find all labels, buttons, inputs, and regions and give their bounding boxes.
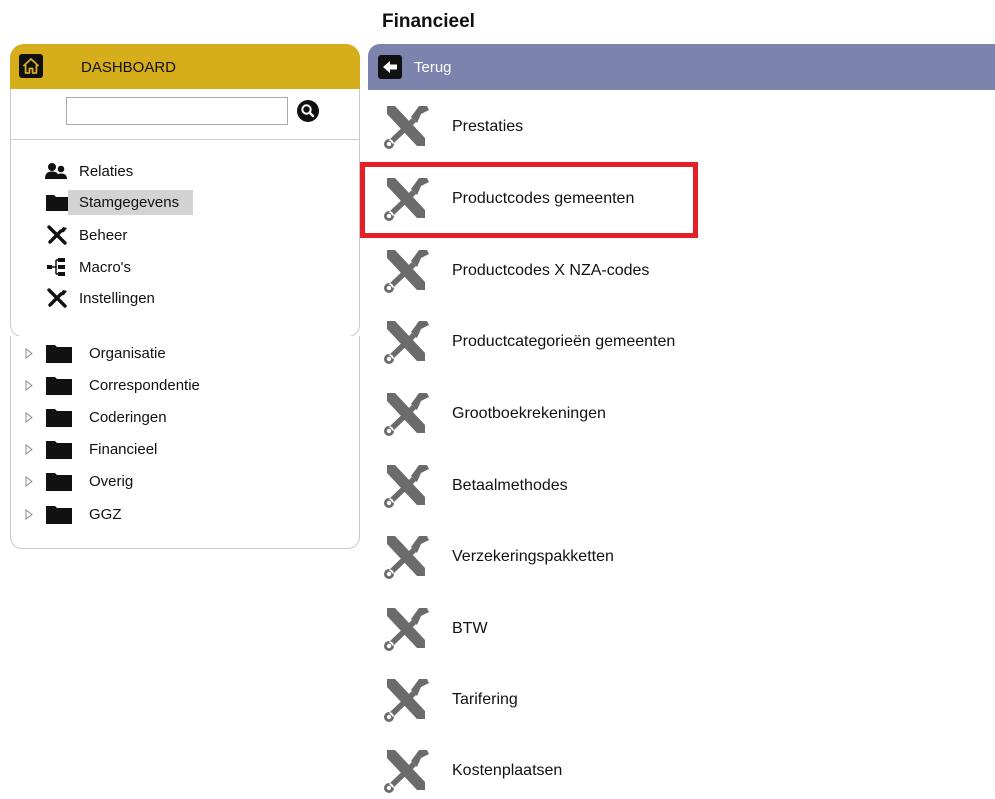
back-label[interactable]: Terug	[414, 59, 452, 76]
home-icon[interactable]	[19, 54, 43, 78]
sidebar-item-beheer[interactable]: Beheer	[45, 220, 141, 250]
tree-item-overig[interactable]: Overig	[25, 467, 133, 495]
tree-item-label: Organisatie	[89, 344, 166, 362]
tools-icon	[45, 224, 69, 246]
menu-item-productcategorieen-gemeenten[interactable]: Productcategorieën gemeenten	[378, 314, 978, 370]
sidebar-item-stamgegevens[interactable]: Stamgegevens	[45, 187, 194, 217]
dashboard-header[interactable]: DASHBOARD	[10, 44, 360, 89]
folder-icon	[45, 342, 73, 364]
tree-item-label: GGZ	[89, 505, 122, 523]
folder-icon	[45, 374, 73, 396]
menu-item-label[interactable]: Verzekeringspakketten	[452, 548, 614, 566]
menu-item-label[interactable]: Tarifering	[452, 691, 518, 709]
expand-arrow-icon[interactable]	[25, 475, 35, 487]
folder-icon	[45, 503, 73, 525]
sidebar-item-relaties[interactable]: Relaties	[45, 156, 147, 186]
tools-icon	[378, 531, 434, 583]
menu-item-tarifering[interactable]: Tarifering	[378, 672, 978, 728]
back-bar[interactable]: Terug	[368, 44, 995, 90]
tools-icon	[378, 460, 434, 512]
menu-item-label[interactable]: Grootboekrekeningen	[452, 405, 606, 423]
sidebar-item-label: Beheer	[79, 226, 128, 244]
expand-arrow-icon[interactable]	[25, 443, 35, 455]
sidebar-item-label: Relaties	[79, 162, 134, 180]
menu-item-verzekeringspakketten[interactable]: Verzekeringspakketten	[378, 529, 978, 585]
tree-item-coderingen[interactable]: Coderingen	[25, 403, 167, 431]
menu-item-betaalmethodes[interactable]: Betaalmethodes	[378, 458, 978, 514]
tree-panel: Organisatie Correspondentie Coderingen F…	[10, 336, 360, 549]
tree-item-label: Financieel	[89, 440, 158, 458]
tree-item-correspondentie[interactable]: Correspondentie	[25, 371, 200, 399]
tools-icon	[378, 674, 434, 726]
menu-item-label[interactable]: Betaalmethodes	[452, 477, 568, 495]
menu-item-label[interactable]: BTW	[452, 620, 488, 638]
tools-icon	[378, 245, 434, 297]
sidebar-item-macros[interactable]: Macro's	[45, 252, 145, 282]
expand-arrow-icon[interactable]	[25, 379, 35, 391]
users-icon	[45, 160, 69, 182]
tree-item-ggz[interactable]: GGZ	[25, 500, 122, 528]
tree-item-organisatie[interactable]: Organisatie	[25, 339, 166, 367]
folder-icon	[45, 406, 73, 428]
menu-item-kostenplaatsen[interactable]: Kostenplaatsen	[378, 743, 978, 799]
menu-item-label[interactable]: Prestaties	[452, 118, 523, 136]
arrow-left-icon[interactable]	[378, 55, 402, 79]
highlight-box	[360, 162, 698, 238]
tools-icon	[45, 287, 69, 309]
tools-icon	[378, 101, 434, 153]
folder-icon	[45, 191, 69, 213]
tools-icon	[378, 603, 434, 655]
expand-arrow-icon[interactable]	[25, 411, 35, 423]
tools-icon	[378, 316, 434, 368]
expand-arrow-icon[interactable]	[25, 347, 35, 359]
sidebar-panel: DASHBOARD Relaties Stamgegevens Beheer M…	[10, 44, 360, 337]
tree-item-label: Correspondentie	[89, 376, 200, 394]
menu-item-label[interactable]: Kostenplaatsen	[452, 762, 562, 780]
tree-item-financieel[interactable]: Financieel	[25, 435, 157, 463]
sidebar-item-label: Stamgegevens	[68, 189, 194, 215]
menu-item-label[interactable]: Productcategorieën gemeenten	[452, 333, 675, 351]
sidebar-item-instellingen[interactable]: Instellingen	[45, 283, 169, 313]
menu-item-productcodes-x-nza-codes[interactable]: Productcodes X NZA-codes	[378, 243, 978, 299]
menu-item-label[interactable]: Productcodes X NZA-codes	[452, 262, 649, 280]
tree-item-label: Overig	[89, 472, 134, 490]
sidebar-item-label: Instellingen	[79, 289, 155, 307]
folder-icon	[45, 438, 73, 460]
page-title: Financieel	[382, 11, 475, 32]
tree-item-label: Coderingen	[89, 408, 167, 426]
search-input[interactable]	[66, 97, 288, 125]
folder-icon	[45, 470, 73, 492]
search-icon[interactable]	[296, 99, 320, 123]
hierarchy-icon	[45, 256, 69, 278]
dashboard-label[interactable]: DASHBOARD	[81, 59, 176, 76]
sidebar-item-label: Macro's	[79, 258, 132, 276]
expand-arrow-icon[interactable]	[25, 508, 35, 520]
menu-item-btw[interactable]: BTW	[378, 601, 978, 657]
tools-icon	[378, 745, 434, 797]
menu-item-grootboekrekeningen[interactable]: Grootboekrekeningen	[378, 386, 978, 442]
sidebar-divider	[11, 139, 359, 140]
menu-item-prestaties[interactable]: Prestaties	[378, 99, 978, 155]
tools-icon	[378, 388, 434, 440]
